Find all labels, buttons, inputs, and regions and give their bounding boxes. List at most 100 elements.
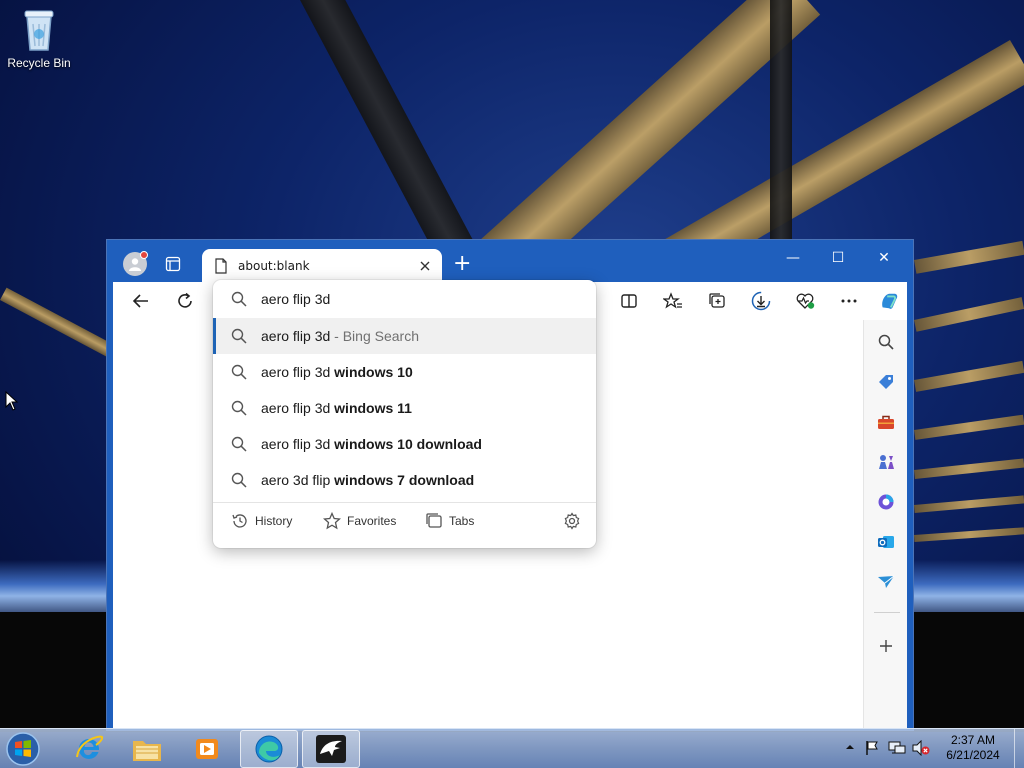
tray-overflow-button[interactable] xyxy=(845,741,855,755)
workspaces-icon xyxy=(165,256,181,272)
settings-menu-button[interactable] xyxy=(839,291,859,311)
tray-network[interactable] xyxy=(888,740,906,759)
close-window-button[interactable]: ✕ xyxy=(872,250,896,266)
folder-icon xyxy=(133,741,161,761)
suggestion-completion: windows 10 download xyxy=(334,436,482,452)
new-tab-button[interactable]: + xyxy=(453,253,471,275)
internet-explorer-icon xyxy=(76,735,104,759)
close-tab-icon[interactable] xyxy=(420,261,430,271)
favorites-shortcut[interactable]: Favorites xyxy=(323,512,396,530)
sidebar-outlook-button[interactable] xyxy=(876,532,896,552)
show-desktop-button[interactable] xyxy=(1014,729,1024,768)
suggestion-item[interactable]: aero 3d flip windows 7 download xyxy=(213,462,596,498)
wallpaper-beam xyxy=(914,527,1024,542)
workspaces-button[interactable] xyxy=(165,256,181,275)
suggestion-completion: windows 7 download xyxy=(334,472,475,488)
tabs-icon xyxy=(426,513,442,528)
speaker-muted-icon xyxy=(912,739,930,757)
taskbar-eagle-app[interactable] xyxy=(302,730,360,768)
split-screen-button[interactable] xyxy=(619,291,639,311)
eagle-icon xyxy=(316,735,346,763)
suggestion-text: aero flip 3d xyxy=(261,400,335,416)
edge-sidebar xyxy=(863,320,907,728)
flag-icon xyxy=(866,741,878,755)
tab-title: about:blank xyxy=(238,258,310,273)
tabs-label: Tabs xyxy=(449,514,475,528)
search-icon xyxy=(231,436,247,452)
history-shortcut[interactable]: History xyxy=(231,512,292,530)
sidebar-m365-button[interactable] xyxy=(876,492,896,512)
wallpaper-beam xyxy=(914,458,1024,479)
mouse-cursor-icon xyxy=(5,391,19,411)
collections-button[interactable] xyxy=(707,291,727,311)
recycle-bin-shortcut[interactable]: Recycle Bin xyxy=(6,6,72,70)
favorites-button[interactable] xyxy=(663,291,683,311)
sidebar-tools-button[interactable] xyxy=(876,412,896,432)
split-screen-icon xyxy=(621,294,637,308)
address-suggestions-dropdown: aero flip 3d - Bing Search aero flip 3d … xyxy=(213,280,596,548)
taskbar-internet-explorer[interactable] xyxy=(60,730,118,768)
sidebar-divider xyxy=(874,612,900,613)
wallpaper-beam xyxy=(914,414,1024,440)
taskbar-file-explorer[interactable] xyxy=(118,730,176,768)
suggestion-item[interactable]: aero flip 3d windows 11 xyxy=(213,390,596,426)
history-label: History xyxy=(255,514,293,528)
suggestion-item[interactable]: aero flip 3d windows 10 xyxy=(213,354,596,390)
chess-pieces-icon xyxy=(879,455,894,469)
page-icon xyxy=(215,257,227,274)
taskbar: 2:37 AM 6/21/2024 xyxy=(0,728,1024,768)
taskbar-media-player[interactable] xyxy=(178,730,236,768)
browser-essentials-button[interactable] xyxy=(795,291,815,311)
download-icon xyxy=(751,291,771,311)
suggestion-hint: - Bing Search xyxy=(330,328,419,344)
maximize-button[interactable]: ☐ xyxy=(826,250,850,266)
suggestion-text: aero flip 3d xyxy=(261,436,335,452)
search-icon xyxy=(231,472,247,488)
sidebar-add-button[interactable] xyxy=(876,636,896,656)
tray-volume-muted[interactable] xyxy=(912,739,930,759)
search-icon xyxy=(231,364,247,380)
address-bar[interactable] xyxy=(213,280,596,318)
sidebar-shopping-button[interactable] xyxy=(876,372,896,392)
suggestion-completion: windows 10 xyxy=(334,364,413,380)
back-arrow-icon xyxy=(132,294,148,308)
history-icon xyxy=(232,514,247,528)
suggestion-item[interactable]: aero flip 3d windows 10 download xyxy=(213,426,596,462)
address-input[interactable] xyxy=(261,291,561,307)
taskbar-clock[interactable]: 2:37 AM 6/21/2024 xyxy=(938,733,1008,763)
network-icon xyxy=(888,741,906,754)
collections-icon xyxy=(709,293,725,308)
suggestion-item[interactable]: aero flip 3d - Bing Search xyxy=(213,318,596,354)
refresh-button[interactable] xyxy=(175,291,195,311)
copilot-button[interactable] xyxy=(879,291,899,311)
microsoft-365-icon xyxy=(878,494,894,510)
start-button[interactable] xyxy=(4,730,48,768)
sidebar-drop-button[interactable] xyxy=(876,572,896,592)
browser-titlebar: about:blank + — ☐ ✕ xyxy=(107,240,913,282)
paper-plane-icon xyxy=(878,575,895,588)
search-icon xyxy=(231,400,247,416)
downloads-button[interactable] xyxy=(751,291,771,311)
suggestion-settings-button[interactable] xyxy=(563,512,581,530)
tray-action-center[interactable] xyxy=(864,740,880,759)
sidebar-search-button[interactable] xyxy=(876,332,896,352)
tabs-shortcut[interactable]: Tabs xyxy=(425,512,474,530)
profile-button[interactable] xyxy=(123,251,148,276)
clock-date: 6/21/2024 xyxy=(946,748,1000,762)
search-icon xyxy=(231,328,247,344)
refresh-icon xyxy=(178,292,192,308)
dropdown-divider xyxy=(213,502,596,503)
wallpaper-beam xyxy=(770,0,792,260)
chevron-up-icon xyxy=(846,745,854,749)
tab-about-blank[interactable]: about:blank xyxy=(202,249,442,282)
suggestion-text: aero flip 3d xyxy=(261,364,335,380)
profile-notification-dot xyxy=(140,251,148,259)
back-button[interactable] xyxy=(131,291,151,311)
taskbar-edge[interactable] xyxy=(240,730,298,768)
sidebar-games-button[interactable] xyxy=(876,452,896,472)
plus-icon xyxy=(880,640,892,652)
suggestion-text: aero flip 3d xyxy=(261,328,331,344)
minimize-button[interactable]: — xyxy=(781,250,805,266)
wallpaper-beam xyxy=(914,240,1024,274)
wallpaper-beam xyxy=(0,287,113,357)
